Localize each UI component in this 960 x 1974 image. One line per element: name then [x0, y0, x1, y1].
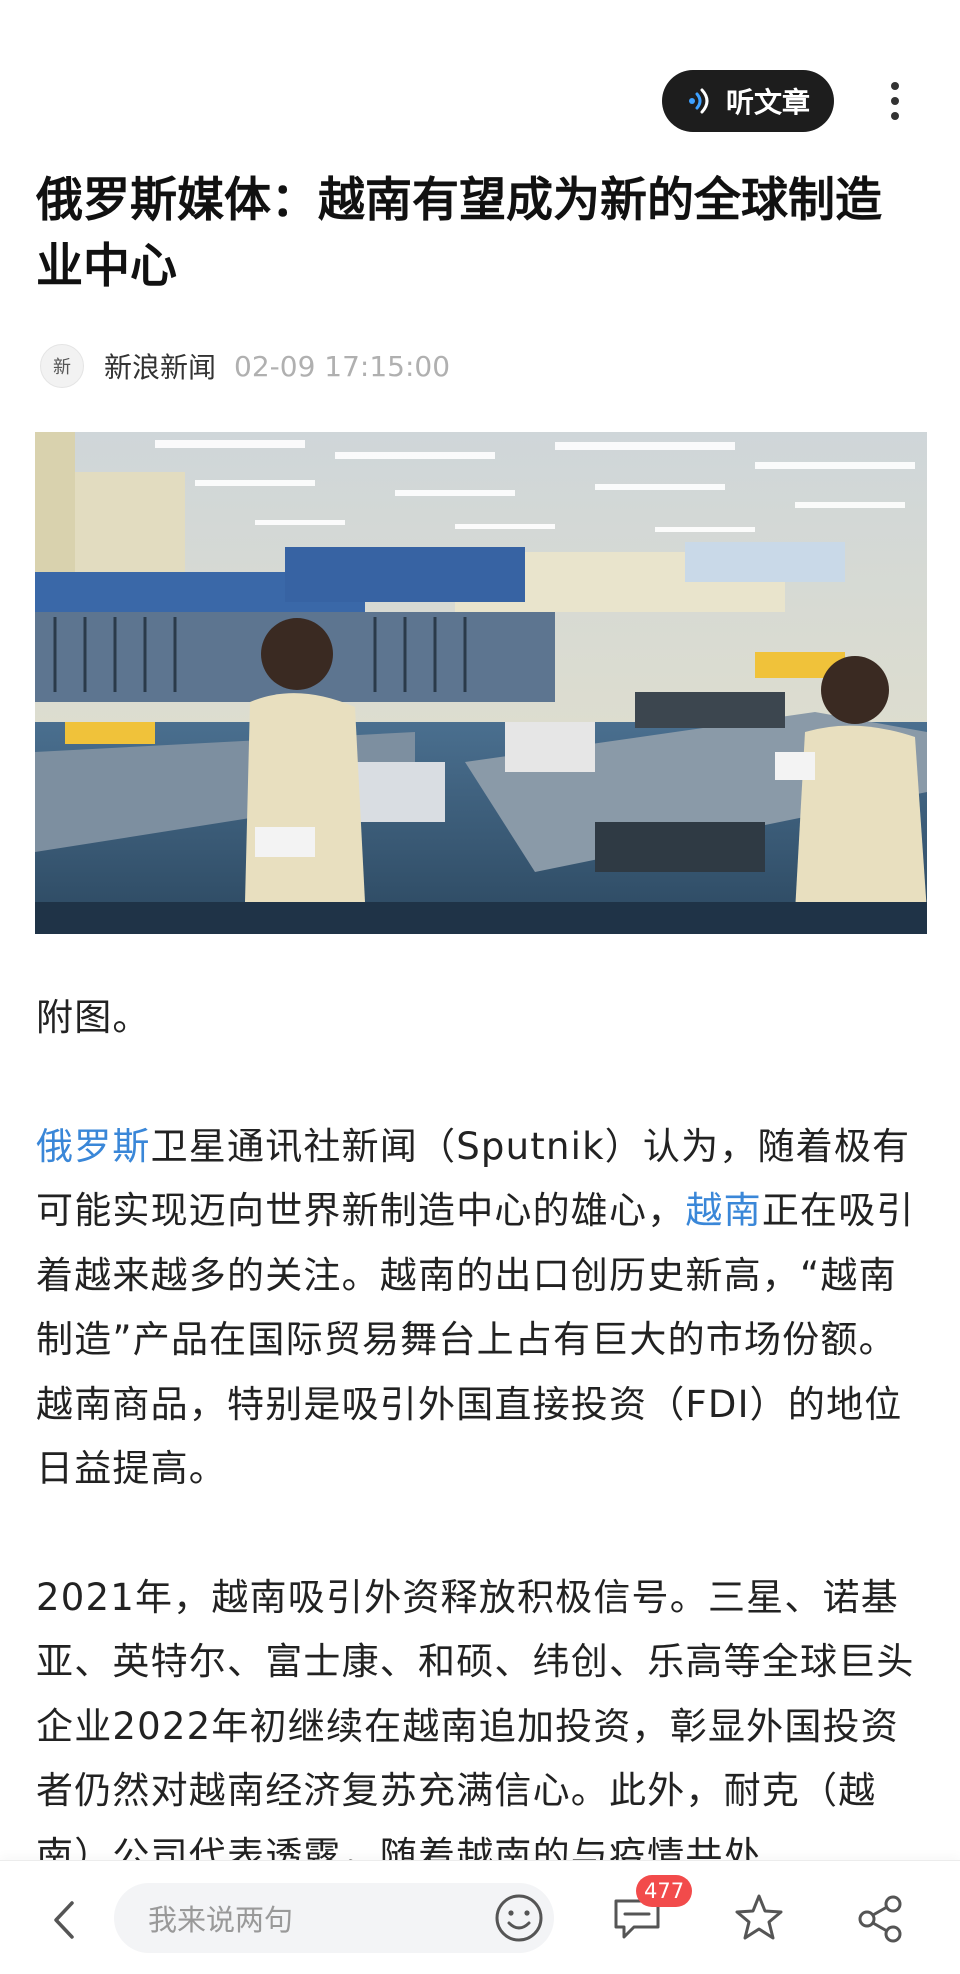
publish-time: 02-09 17:15:00 [234, 349, 451, 383]
sound-wave-icon [688, 88, 709, 114]
article-body: 附图。 俄罗斯卫星通讯社新闻（Sputnik）认为，随着极有可能实现迈向世界新制… [36, 986, 928, 1952]
article-paragraph-2: 2021年，越南吸引外资释放积极信号。三星、诺基亚、英特尔、富士康、和硕、纬创、… [36, 1575, 915, 1877]
share-icon[interactable] [854, 1893, 906, 1945]
star-icon[interactable] [732, 1891, 786, 1945]
more-vertical-icon[interactable] [872, 76, 918, 126]
comment-input[interactable]: 我来说两句 [114, 1883, 554, 1953]
back-icon[interactable] [44, 1895, 84, 1945]
image-caption: 附图。 [36, 996, 151, 1039]
bottom-bar: 我来说两句 477 [0, 1860, 960, 1974]
listen-article-button[interactable]: 听文章 [662, 70, 834, 132]
emoji-icon[interactable] [492, 1891, 546, 1945]
article-source: 新 新浪新闻 02-09 17:15:00 [40, 342, 450, 390]
paragraph-1-text-b: 正在吸引着越来越多的关注。越南的出口创历史新高，“越南制造”产品在国际贸易舞台上… [36, 1189, 915, 1490]
top-bar: 听文章 [0, 0, 960, 150]
article-title: 俄罗斯媒体：越南有望成为新的全球制造业中心 [36, 173, 882, 294]
link-vietnam[interactable]: 越南 [685, 1189, 761, 1232]
link-russia[interactable]: 俄罗斯 [36, 1125, 151, 1168]
comment-count-badge: 477 [636, 1875, 693, 1907]
article-paragraph-1: 俄罗斯卫星通讯社新闻（Sputnik）认为，随着极有可能实现迈向世界新制造中心的… [36, 1115, 928, 1502]
comment-placeholder: 我来说两句 [148, 1903, 294, 1937]
source-name[interactable]: 新浪新闻 [104, 346, 216, 386]
factory-photo [35, 432, 927, 934]
listen-article-label: 听文章 [725, 86, 810, 119]
source-avatar[interactable]: 新 [40, 344, 84, 388]
article-image[interactable] [35, 432, 927, 934]
